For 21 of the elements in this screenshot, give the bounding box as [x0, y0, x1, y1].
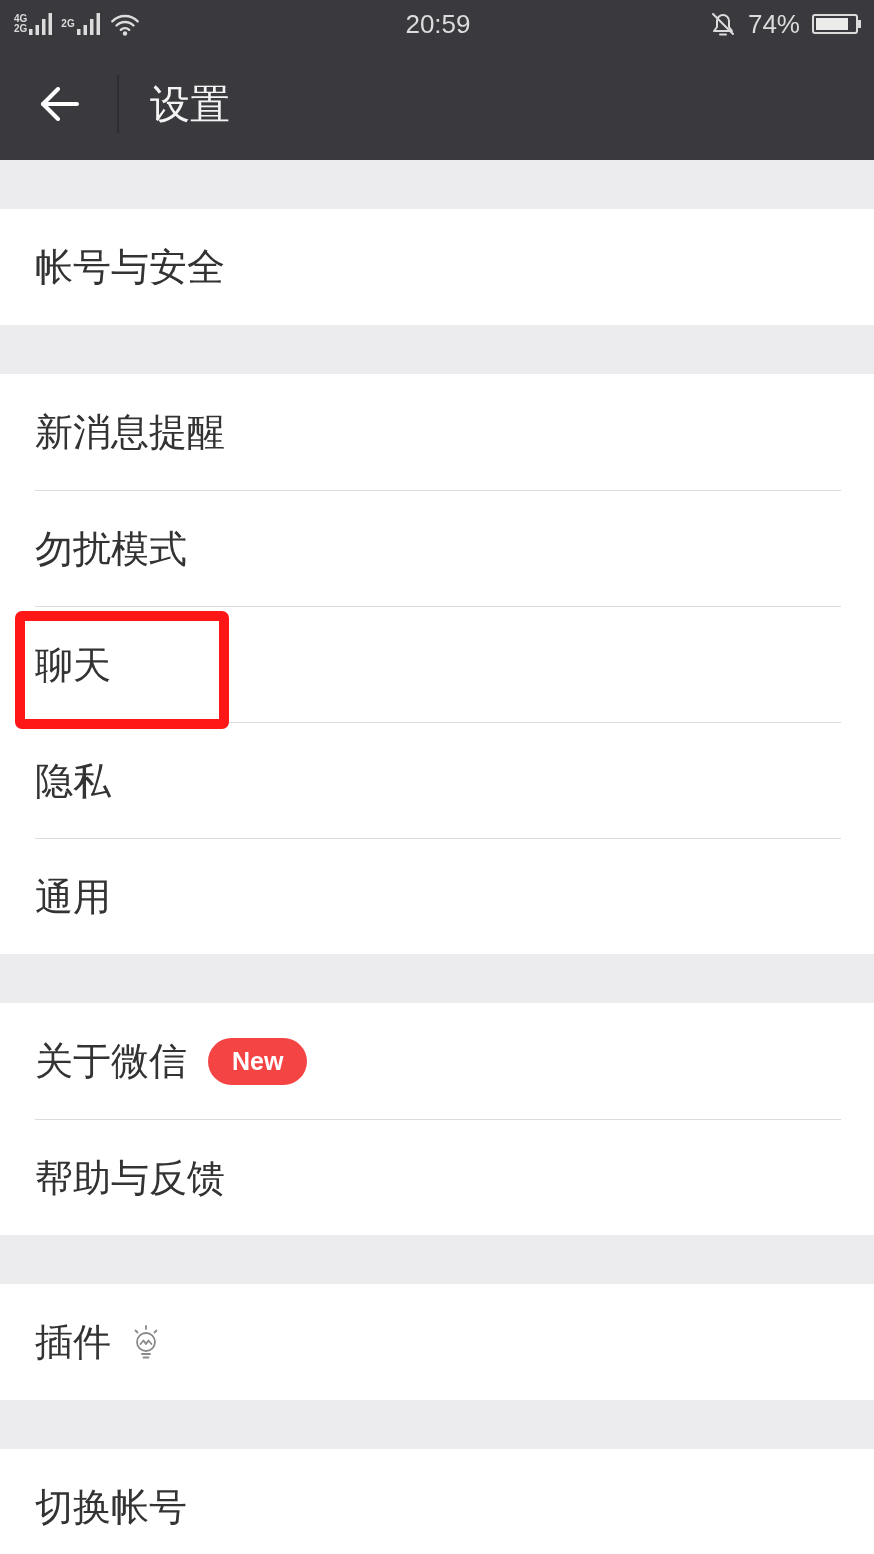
signal-icon [29, 13, 54, 35]
settings-item[interactable]: 切换帐号 [0, 1449, 874, 1554]
settings-item[interactable]: 聊天 [0, 606, 874, 722]
signal-icon [76, 13, 101, 35]
new-badge: New [208, 1037, 308, 1085]
settings-item[interactable]: 帮助与反馈 [0, 1119, 874, 1235]
settings-item[interactable]: 通用 [0, 838, 874, 954]
settings-item[interactable]: 帐号与安全 [0, 209, 874, 325]
network-type-label: 2G [61, 19, 75, 29]
settings-item[interactable]: 隐私 [0, 722, 874, 838]
battery-percent: 74% [747, 9, 800, 39]
clock-time: 20:59 [405, 9, 471, 39]
network-type-label: 2G [14, 24, 28, 34]
settings-item[interactable]: 插件 [0, 1284, 874, 1400]
battery-icon [812, 13, 862, 35]
settings-item[interactable]: 新消息提醒 [0, 374, 874, 490]
network-type-label: 4G [14, 14, 28, 24]
wifi-icon [108, 12, 141, 36]
page-title: 设置 [150, 81, 230, 127]
settings-item[interactable]: 关于微信 New [0, 1003, 874, 1119]
settings-item[interactable]: 勿扰模式 [0, 490, 874, 606]
